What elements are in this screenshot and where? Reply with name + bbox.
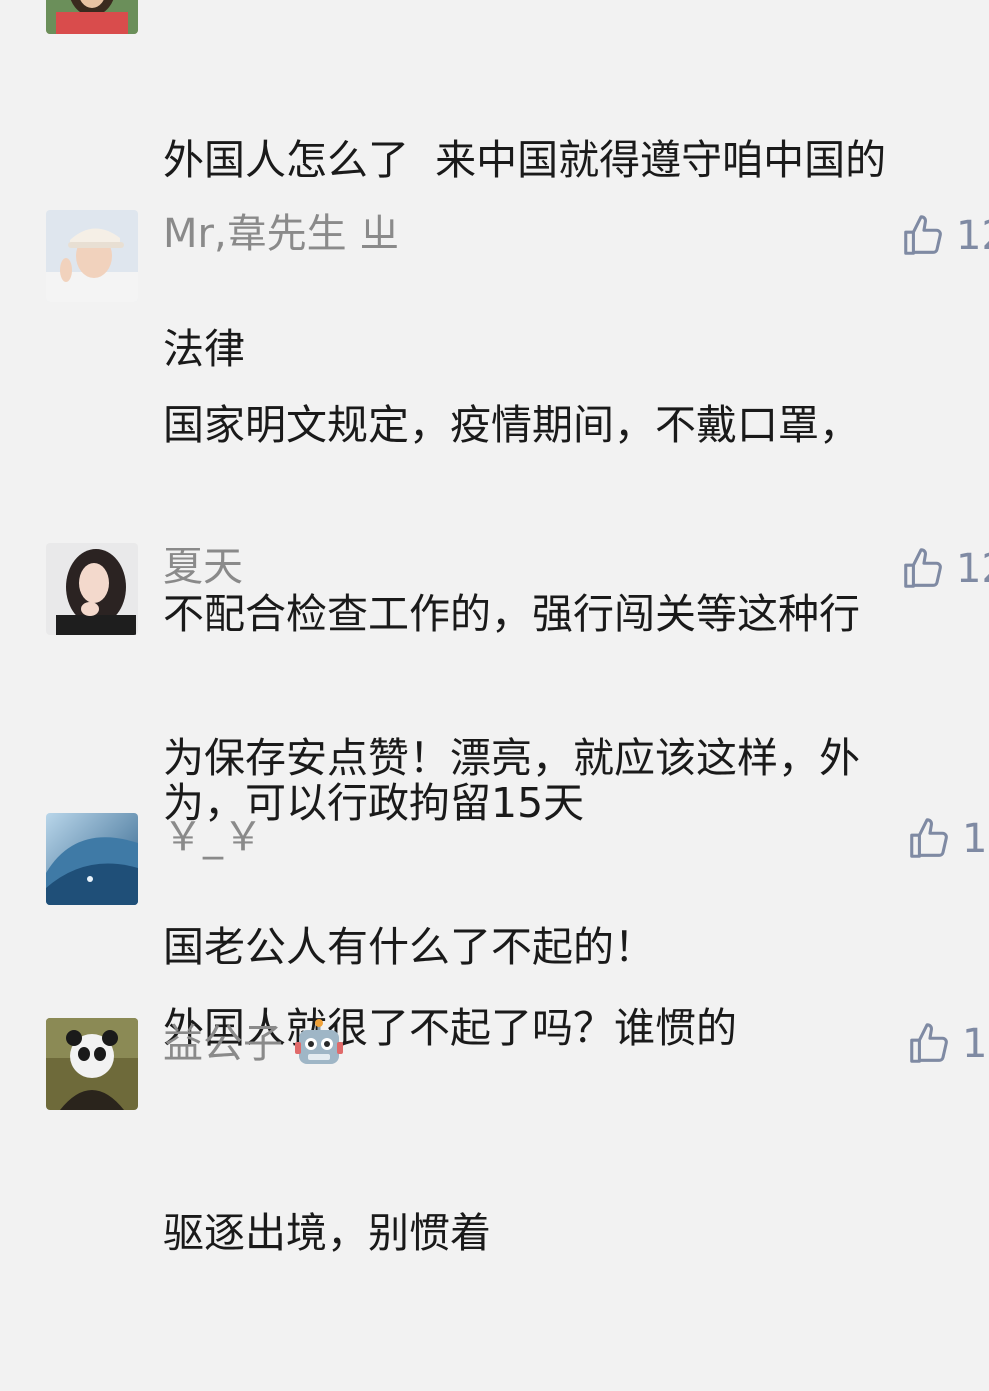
avatar[interactable]: [46, 0, 138, 34]
thumbs-up-icon: [910, 1023, 948, 1063]
comment-line: 驱逐出境，别惯着: [163, 1209, 491, 1257]
commenter-name[interactable]: Mr,韋先生 ㄓ: [163, 210, 399, 258]
comment-line: 国家明文规定，疫情期间，不戴口罩，: [163, 401, 860, 449]
commenter-name[interactable]: 益公子: [163, 1018, 345, 1070]
comment-line: 为保存安点赞！漂亮，就应该这样，外: [163, 734, 860, 782]
avatar[interactable]: [46, 543, 138, 635]
like-count: 12: [956, 546, 989, 592]
like-button[interactable]: 12: [900, 545, 989, 593]
thumbs-up-icon: [904, 215, 942, 255]
thumbs-up-icon: [910, 818, 948, 858]
avatar[interactable]: [46, 210, 138, 302]
comment-text: 驱逐出境，别惯着: [163, 1076, 491, 1391]
avatar[interactable]: [46, 1018, 138, 1110]
like-button[interactable]: 1: [906, 1020, 987, 1068]
like-count: 1: [962, 816, 988, 862]
commenter-name[interactable]: ￥_￥: [163, 813, 263, 861]
thumbs-up-icon: [904, 548, 942, 588]
like-count: 1: [962, 1021, 988, 1067]
robot-emoji-icon: [295, 1019, 343, 1064]
commenter-name-text: 益公子: [163, 1021, 283, 1067]
avatar[interactable]: [46, 813, 138, 905]
comment-line: 外国人怎么了 来中国就得遵守咱中国的: [163, 136, 887, 184]
like-count: 12: [956, 213, 989, 259]
like-button[interactable]: 12: [900, 212, 989, 260]
commenter-name[interactable]: 夏天: [163, 543, 243, 591]
like-button[interactable]: 1: [906, 815, 987, 863]
